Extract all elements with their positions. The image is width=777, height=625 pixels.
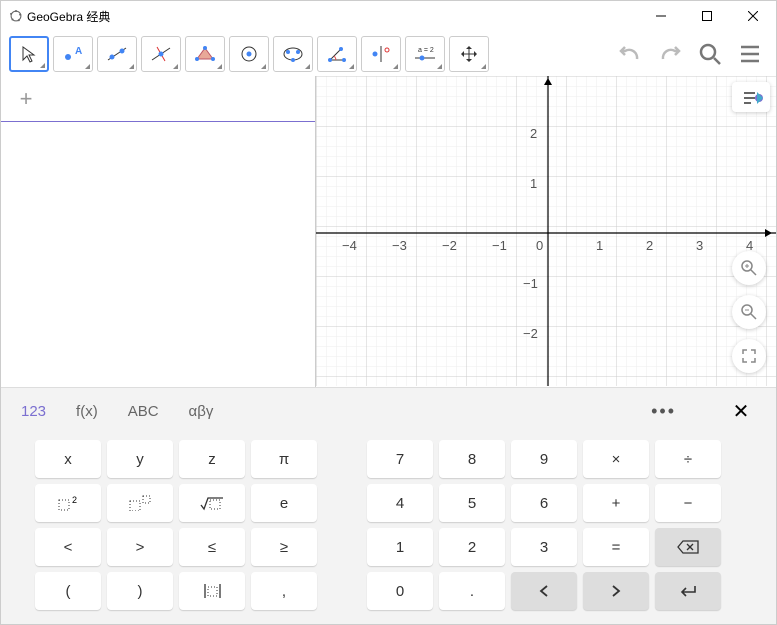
y-tick: 1 (530, 176, 537, 191)
tool-ellipse[interactable] (273, 36, 313, 72)
key-dot[interactable]: . (439, 572, 505, 610)
minimize-button[interactable] (638, 1, 684, 31)
undo-button[interactable] (612, 36, 648, 72)
key-left[interactable] (511, 572, 577, 610)
key-sqrt[interactable] (179, 484, 245, 522)
kb-tab-greek[interactable]: αβγ (189, 403, 214, 420)
key-lparen[interactable]: ( (35, 572, 101, 610)
y-tick: −1 (523, 276, 538, 291)
key-5[interactable]: 5 (439, 484, 505, 522)
key-plus[interactable]: + (583, 484, 649, 522)
key-gt[interactable]: > (107, 528, 173, 566)
key-pow[interactable] (107, 484, 173, 522)
key-le[interactable]: ≤ (179, 528, 245, 566)
key-div[interactable]: ÷ (655, 440, 721, 478)
tool-polygon[interactable] (185, 36, 225, 72)
key-minus[interactable]: − (655, 484, 721, 522)
key-sq[interactable]: 2 (35, 484, 101, 522)
maximize-button[interactable] (684, 1, 730, 31)
search-button[interactable] (692, 36, 728, 72)
kb-tab-abc[interactable]: ABC (128, 403, 159, 420)
key-right[interactable] (583, 572, 649, 610)
y-tick: 2 (530, 126, 537, 141)
key-8[interactable]: 8 (439, 440, 505, 478)
zoom-out-button[interactable] (732, 295, 766, 329)
key-pi[interactable]: π (251, 440, 317, 478)
tool-perpendicular[interactable] (141, 36, 181, 72)
y-tick: −2 (523, 326, 538, 341)
fullscreen-button[interactable] (732, 339, 766, 373)
zoom-in-button[interactable] (732, 251, 766, 285)
key-0[interactable]: 0 (367, 572, 433, 610)
x-tick: 0 (536, 238, 543, 253)
key-backspace[interactable] (655, 528, 721, 566)
algebra-input-row[interactable]: + (1, 76, 315, 122)
menu-button[interactable] (732, 36, 768, 72)
kb-tab-fx[interactable]: f(x) (76, 403, 98, 420)
key-2[interactable]: 2 (439, 528, 505, 566)
toolbar: A a = 2 (1, 31, 776, 76)
kb-more-button[interactable]: ••• (651, 401, 676, 422)
tool-slider[interactable]: a = 2 (405, 36, 445, 72)
plus-icon: + (1, 86, 51, 112)
key-abs[interactable] (179, 572, 245, 610)
window-title: GeoGebra 经典 (27, 8, 110, 25)
key-ge[interactable]: ≥ (251, 528, 317, 566)
key-e[interactable]: e (251, 484, 317, 522)
grid-canvas[interactable] (316, 76, 776, 386)
redo-button[interactable] (652, 36, 688, 72)
key-9[interactable]: 9 (511, 440, 577, 478)
x-tick: −3 (392, 238, 407, 253)
key-rparen[interactable]: ) (107, 572, 173, 610)
key-y[interactable]: y (107, 440, 173, 478)
tool-circle[interactable] (229, 36, 269, 72)
svg-text:a = 2: a = 2 (418, 47, 434, 54)
x-tick: 2 (646, 238, 653, 253)
key-eq[interactable]: = (583, 528, 649, 566)
tool-reflect[interactable] (361, 36, 401, 72)
kb-close-button[interactable]: ✕ (726, 399, 756, 424)
x-tick: −2 (442, 238, 457, 253)
key-comma[interactable]: , (251, 572, 317, 610)
key-times[interactable]: × (583, 440, 649, 478)
key-1[interactable]: 1 (367, 528, 433, 566)
style-bar-button[interactable] (732, 82, 770, 112)
svg-text:2: 2 (72, 495, 77, 505)
algebra-panel: + (1, 76, 316, 387)
tool-angle[interactable] (317, 36, 357, 72)
tool-move[interactable] (9, 36, 49, 72)
titlebar: GeoGebra 经典 (1, 1, 776, 31)
svg-text:A: A (75, 46, 82, 57)
x-tick: 1 (596, 238, 603, 253)
key-enter[interactable] (655, 572, 721, 610)
key-z[interactable]: z (179, 440, 245, 478)
virtual-keyboard: 123 f(x) ABC αβγ ••• ✕ x y z π 7 8 9 × ÷… (1, 387, 776, 624)
tool-move-view[interactable] (449, 36, 489, 72)
geogebra-logo-icon (9, 9, 23, 23)
key-3[interactable]: 3 (511, 528, 577, 566)
x-tick: 3 (696, 238, 703, 253)
key-7[interactable]: 7 (367, 440, 433, 478)
x-tick: −4 (342, 238, 357, 253)
tool-point[interactable]: A (53, 36, 93, 72)
x-tick: −1 (492, 238, 507, 253)
graphics-panel[interactable]: −4 −3 −2 −1 0 1 2 3 4 2 1 −1 −2 (316, 76, 776, 387)
key-6[interactable]: 6 (511, 484, 577, 522)
key-lt[interactable]: < (35, 528, 101, 566)
close-button[interactable] (730, 1, 776, 31)
kb-tab-123[interactable]: 123 (21, 403, 46, 420)
key-x[interactable]: x (35, 440, 101, 478)
tool-line[interactable] (97, 36, 137, 72)
key-4[interactable]: 4 (367, 484, 433, 522)
